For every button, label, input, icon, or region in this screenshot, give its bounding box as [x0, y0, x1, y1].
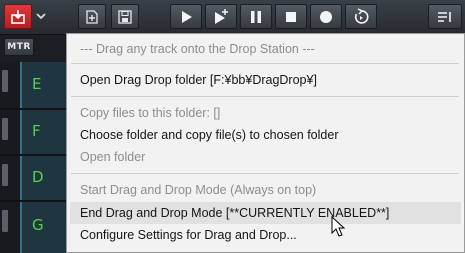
- save-icon: [118, 9, 132, 24]
- menu-item-start-drag-drop-mode[interactable]: Start Drag and Drop Mode (Always on top): [80, 182, 316, 198]
- track-handle[interactable]: [2, 164, 8, 186]
- track-bar: [20, 62, 68, 108]
- track-bar: [20, 202, 68, 253]
- track-bar: [20, 110, 68, 154]
- menu-item-open-drag-drop-folder[interactable]: Open Drag Drop folder [F:¥bb¥DragDrop¥]: [80, 72, 317, 88]
- track-letter: F: [32, 122, 41, 140]
- menu-header: --- Drag any track onto the Drop Station…: [80, 42, 315, 56]
- track-row[interactable]: F: [0, 110, 68, 154]
- track-handle[interactable]: [2, 210, 8, 232]
- mtr-button[interactable]: MTR: [4, 38, 34, 56]
- list-icon: [438, 11, 451, 22]
- play-button[interactable]: [170, 4, 202, 29]
- track-bar: [20, 156, 68, 200]
- pause-icon: [251, 10, 261, 23]
- app-window: MTR E F D G --- Drag any track onto the …: [0, 0, 465, 253]
- track-list: E F D G: [0, 62, 68, 253]
- menu-separator: [71, 96, 459, 97]
- add-file-icon: [86, 9, 98, 24]
- save-button[interactable]: [111, 4, 139, 29]
- track-handle[interactable]: [2, 70, 8, 92]
- drag-drop-station-button[interactable]: [4, 4, 32, 29]
- stop-button[interactable]: [275, 4, 307, 29]
- menu-item-configure-settings[interactable]: Configure Settings for Drag and Drop...: [80, 227, 297, 243]
- loop-icon: [354, 7, 369, 24]
- track-letter: D: [32, 168, 44, 186]
- drag-drop-icon: [11, 9, 25, 24]
- mouse-cursor-icon: [331, 216, 346, 237]
- pause-button[interactable]: [240, 4, 272, 29]
- record-button[interactable]: [310, 4, 342, 29]
- track-row[interactable]: G: [0, 202, 68, 253]
- record-icon: [320, 10, 332, 23]
- track-letter: G: [32, 216, 44, 234]
- menu-item-choose-folder[interactable]: Choose folder and copy file(s) to chosen…: [80, 127, 338, 143]
- loop-button[interactable]: [345, 4, 377, 29]
- toolbar: [0, 0, 465, 35]
- track-handle[interactable]: [2, 118, 8, 140]
- tracks-view-button[interactable]: [428, 4, 462, 29]
- chevron-down-icon[interactable]: [35, 9, 47, 23]
- drag-drop-context-menu: --- Drag any track onto the Drop Station…: [66, 33, 465, 253]
- menu-item-copy-files[interactable]: Copy files to this folder: []: [80, 105, 220, 121]
- track-letter: E: [32, 75, 42, 93]
- track-row[interactable]: E: [0, 62, 68, 108]
- play-from-cursor-button[interactable]: [205, 4, 237, 29]
- menu-item-open-folder[interactable]: Open folder: [80, 149, 145, 165]
- menu-separator: [71, 173, 459, 174]
- play-sparkle-icon: [215, 8, 228, 24]
- stop-icon: [286, 11, 296, 22]
- play-icon: [182, 10, 192, 23]
- mtr-label: MTR: [7, 42, 31, 52]
- add-file-button[interactable]: [78, 4, 106, 29]
- track-row[interactable]: D: [0, 156, 68, 200]
- menu-separator: [71, 63, 459, 64]
